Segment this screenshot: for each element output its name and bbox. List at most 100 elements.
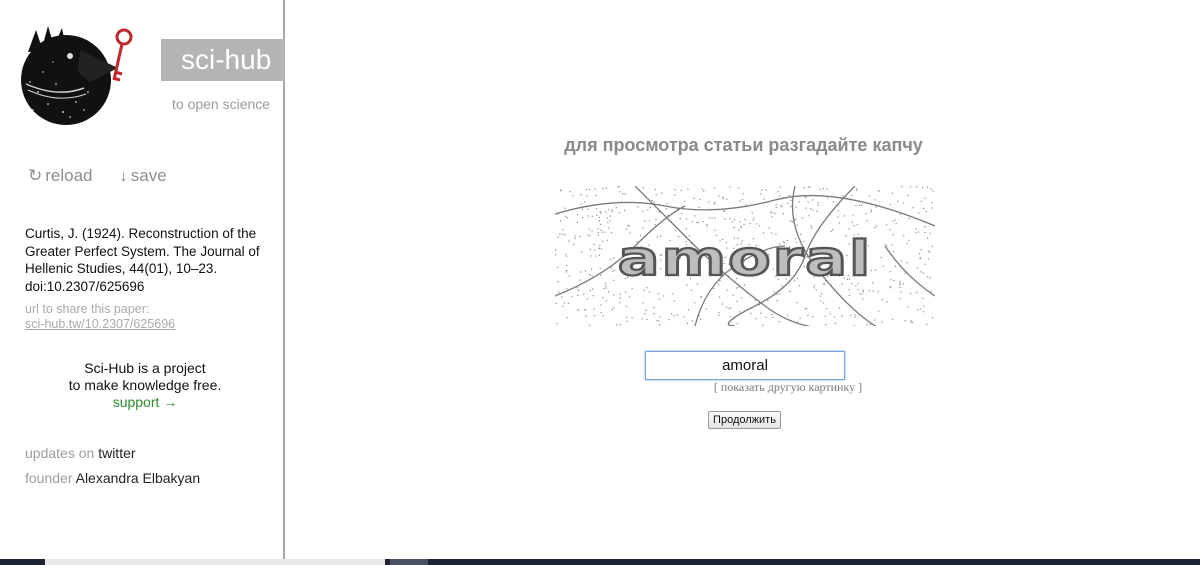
reload-button[interactable]: ↻ reload xyxy=(28,166,93,186)
captcha-noise-dot xyxy=(862,298,864,300)
captcha-noise-dot xyxy=(713,287,715,289)
captcha-noise-dot xyxy=(600,212,602,214)
captcha-noise-dot xyxy=(736,323,738,325)
captcha-noise-dot xyxy=(819,189,821,191)
captcha-noise-dot xyxy=(562,305,564,307)
captcha-noise-dot xyxy=(558,291,560,294)
captcha-noise-dot xyxy=(680,189,682,192)
captcha-noise-dot xyxy=(870,211,872,213)
captcha-noise-dot xyxy=(776,300,778,302)
captcha-noise-dot xyxy=(741,199,743,201)
captcha-noise-dot xyxy=(790,206,792,208)
captcha-noise-dot xyxy=(646,287,648,289)
captcha-noise-dot xyxy=(571,296,573,298)
captcha-noise-dot xyxy=(566,255,568,257)
captcha-noise-dot xyxy=(602,315,604,317)
captcha-noise-dot xyxy=(752,219,754,221)
captcha-noise-dot xyxy=(820,293,822,295)
captcha-noise-dot xyxy=(789,220,791,222)
captcha-noise-dot xyxy=(572,195,574,197)
captcha-noise-dot xyxy=(699,198,701,200)
captcha-noise-dot xyxy=(916,267,918,269)
captcha-noise-dot xyxy=(584,309,586,311)
captcha-noise-dot xyxy=(920,271,922,273)
captcha-noise-dot xyxy=(700,296,702,298)
show-other-picture-link[interactable]: [ показать другую картинку ] xyxy=(287,380,1200,395)
captcha-noise-dot xyxy=(659,316,661,318)
captcha-noise-dot xyxy=(644,313,646,315)
captcha-noise-dot xyxy=(686,322,688,324)
taskbar-item[interactable] xyxy=(45,559,385,565)
captcha-noise-dot xyxy=(778,321,780,323)
captcha-noise-dot xyxy=(604,231,606,233)
captcha-noise-dot xyxy=(926,323,928,325)
captcha-prompt: для просмотра статьи разгадайте капчу xyxy=(564,135,923,155)
captcha-noise-dot xyxy=(919,257,921,259)
captcha-noise-dot xyxy=(674,189,676,191)
raven-key-logo-icon[interactable] xyxy=(18,22,143,127)
captcha-answer-input[interactable] xyxy=(645,351,845,380)
captcha-noise-dot xyxy=(780,204,782,207)
captcha-noise-dot xyxy=(641,318,643,320)
captcha-noise-dot xyxy=(659,324,661,326)
captcha-noise-dot xyxy=(731,221,733,223)
captcha-noise-dot xyxy=(589,290,591,292)
captcha-noise-dot xyxy=(740,297,743,299)
captcha-noise-dot xyxy=(628,296,630,298)
captcha-noise-dot xyxy=(581,251,583,253)
captcha-noise-dot xyxy=(687,188,689,190)
captcha-noise-dot xyxy=(808,215,810,217)
captcha-noise-dot xyxy=(771,216,773,218)
founder-link[interactable]: Alexandra Elbakyan xyxy=(76,470,201,486)
captcha-noise-dot xyxy=(909,292,912,294)
captcha-noise-dot xyxy=(655,194,657,196)
share-url-link[interactable]: sci-hub.tw/10.2307/625696 xyxy=(25,317,175,331)
captcha-noise-dot xyxy=(624,209,626,212)
captcha-noise-dot xyxy=(591,268,593,270)
captcha-noise-dot xyxy=(724,218,726,220)
captcha-noise-dot xyxy=(736,300,738,302)
captcha-noise-dot xyxy=(919,253,921,255)
captcha-noise-dot xyxy=(611,210,613,213)
citation-text: Curtis, J. (1924). Reconstruction of the… xyxy=(25,226,260,294)
captcha-noise-dot xyxy=(587,234,589,236)
continue-button[interactable]: Продолжить xyxy=(708,411,781,429)
captcha-noise-dot xyxy=(658,298,660,300)
captcha-noise-dot xyxy=(673,300,675,302)
captcha-noise-dot xyxy=(807,186,809,188)
captcha-noise-dot xyxy=(884,244,886,246)
captcha-noise-dot xyxy=(899,298,901,300)
captcha-noise-dot xyxy=(874,319,876,321)
support-link[interactable]: support → xyxy=(25,394,265,411)
captcha-noise-dot xyxy=(730,307,732,309)
captcha-noise-dot xyxy=(735,287,737,289)
captcha-noise-dot xyxy=(922,297,924,299)
captcha-noise-dot xyxy=(811,227,813,229)
captcha-noise-dot xyxy=(922,311,925,313)
captcha-noise-dot xyxy=(691,320,693,322)
captcha-noise-dot xyxy=(713,203,715,205)
captcha-noise-dot xyxy=(848,228,850,230)
taskbar-item[interactable] xyxy=(390,559,428,565)
save-button[interactable]: ↓ save xyxy=(119,166,166,186)
captcha-noise-dot xyxy=(602,240,604,242)
captcha-noise-dot xyxy=(878,310,880,312)
captcha-noise-dot xyxy=(810,208,812,210)
captcha-noise-dot xyxy=(756,223,758,225)
captcha-noise-dot xyxy=(740,225,742,227)
captcha-noise-dot xyxy=(624,193,626,195)
twitter-link[interactable]: twitter xyxy=(98,445,135,461)
captcha-noise-dot xyxy=(912,207,914,209)
captcha-noise-dot xyxy=(923,305,925,307)
captcha-noise-dot xyxy=(599,244,601,247)
captcha-noise-dot xyxy=(724,210,726,212)
captcha-noise-dot xyxy=(817,202,819,204)
captcha-noise-dot xyxy=(886,245,888,247)
captcha-noise-dot xyxy=(924,226,926,228)
captcha-noise-dot xyxy=(603,288,605,290)
captcha-noise-dot xyxy=(648,291,650,293)
captcha-noise-dot xyxy=(907,194,909,196)
site-name[interactable]: sci-hub xyxy=(161,39,285,81)
captcha-noise-dot xyxy=(598,216,600,218)
captcha-noise-dot xyxy=(929,232,931,234)
